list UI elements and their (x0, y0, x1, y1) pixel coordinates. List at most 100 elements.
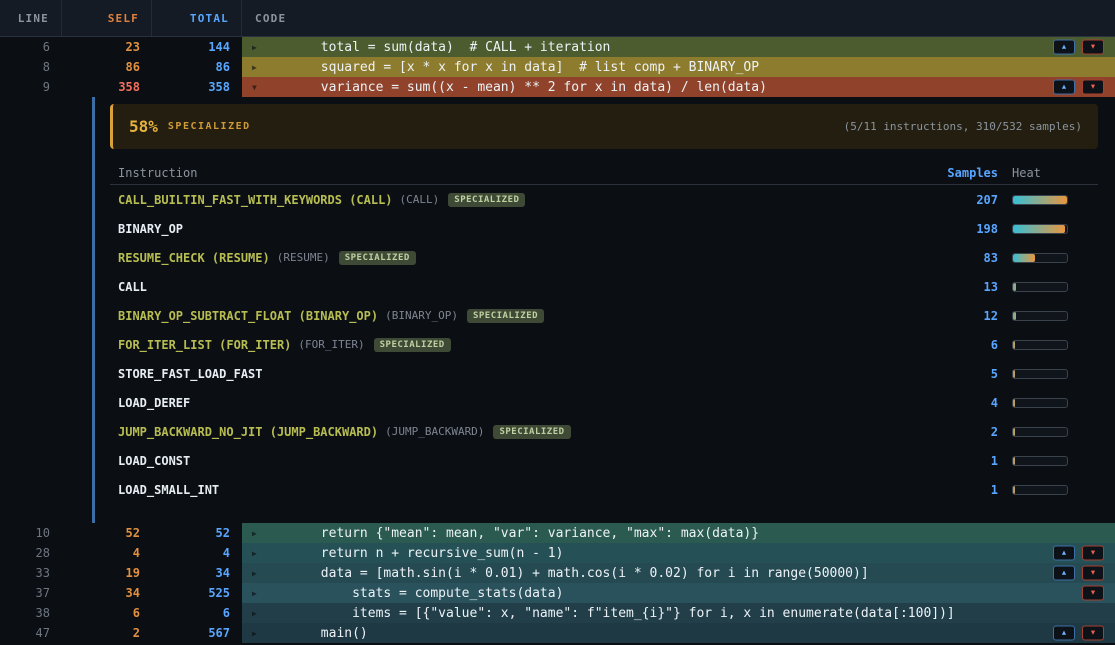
up-button[interactable]: ▲ (1053, 626, 1075, 641)
heat-cell (998, 282, 1098, 292)
instruction-row: BINARY_OP198 (110, 214, 1098, 243)
instruction-name-cell: CALL_BUILTIN_FAST_WITH_KEYWORDS (CALL)(C… (118, 193, 918, 207)
instruction-name: BINARY_OP (118, 222, 183, 236)
instruction-name: CALL_BUILTIN_FAST_WITH_KEYWORDS (CALL) (118, 193, 393, 207)
base-instruction-hint: (RESUME) (277, 251, 330, 264)
total-samples: 144 (152, 37, 242, 57)
instruction-name: STORE_FAST_LOAD_FAST (118, 367, 263, 381)
down-button[interactable]: ▼ (1082, 546, 1104, 561)
heat-bar (1012, 253, 1068, 263)
line-number: 47 (0, 623, 62, 643)
collapse-arrow-icon[interactable]: ▼ (252, 83, 266, 92)
down-button[interactable]: ▼ (1082, 586, 1104, 601)
code-cell[interactable]: ▶ data = [math.sin(i * 0.01) + math.cos(… (242, 563, 1115, 583)
instruction-name-cell: LOAD_SMALL_INT (118, 483, 918, 497)
code-cell[interactable]: ▶ main()▲▼ (242, 623, 1115, 643)
code-cell[interactable]: ▶ return n + recursive_sum(n - 1)▲▼ (242, 543, 1115, 563)
heat-cell (998, 224, 1098, 234)
instruction-row: JUMP_BACKWARD_NO_JIT (JUMP_BACKWARD)(JUM… (110, 417, 1098, 446)
code-row-line-33: 331934▶ data = [math.sin(i * 0.01) + mat… (0, 563, 1115, 583)
instruction-name: CALL (118, 280, 147, 294)
expand-arrow-icon[interactable]: ▶ (252, 43, 266, 52)
instruction-row: LOAD_SMALL_INT1 (110, 475, 1098, 504)
code-cell[interactable]: ▶ items = [{"value": x, "name": f"item_{… (242, 603, 1115, 623)
heat-cell (998, 427, 1098, 437)
self-samples: 34 (62, 583, 152, 603)
self-samples: 23 (62, 37, 152, 57)
instruction-samples: 1 (918, 454, 998, 468)
expand-arrow-icon[interactable]: ▶ (252, 569, 266, 578)
heat-bar (1012, 340, 1068, 350)
instruction-samples: 207 (918, 193, 998, 207)
code-text: stats = compute_stats(data) (266, 586, 563, 601)
specialized-percent: 58% (129, 117, 158, 136)
up-button[interactable]: ▲ (1053, 40, 1075, 55)
instruction-rows: CALL_BUILTIN_FAST_WITH_KEYWORDS (CALL)(C… (110, 185, 1098, 504)
down-button[interactable]: ▼ (1082, 40, 1104, 55)
specialized-badge: SPECIALIZED (448, 193, 525, 207)
expand-arrow-icon[interactable]: ▶ (252, 589, 266, 598)
instruction-table-header: Instruction Samples Heat (110, 161, 1098, 185)
heat-bar (1012, 456, 1068, 466)
down-button[interactable]: ▼ (1082, 566, 1104, 581)
code-cell[interactable]: ▼ variance = sum((x - mean) ** 2 for x i… (242, 77, 1115, 97)
expand-arrow-icon[interactable]: ▶ (252, 529, 266, 538)
sample-stats: (5/11 instructions, 310/532 samples) (844, 120, 1082, 133)
header-total: TOTAL (152, 0, 242, 36)
code-rows-top: 623144 ▶ total = sum(data) # CALL + itera… (0, 37, 1115, 97)
heat-bar (1012, 369, 1068, 379)
total-samples: 6 (152, 603, 242, 623)
specialized-badge: SPECIALIZED (374, 338, 451, 352)
self-samples: 86 (62, 57, 152, 77)
instruction-name-cell: JUMP_BACKWARD_NO_JIT (JUMP_BACKWARD)(JUM… (118, 425, 918, 439)
instruction-row: CALL_BUILTIN_FAST_WITH_KEYWORDS (CALL)(C… (110, 185, 1098, 214)
instruction-row: LOAD_DEREF4 (110, 388, 1098, 417)
row-buttons: ▲▼ (1053, 40, 1104, 55)
self-samples: 4 (62, 543, 152, 563)
up-button[interactable]: ▲ (1053, 80, 1075, 95)
instruction-name-cell: FOR_ITER_LIST (FOR_ITER)(FOR_ITER)SPECIA… (118, 338, 918, 352)
expand-arrow-icon[interactable]: ▶ (252, 549, 266, 558)
heat-bar-fill (1013, 341, 1015, 349)
heat-bar-fill (1013, 312, 1016, 320)
heat-bar (1012, 485, 1068, 495)
total-samples: 4 (152, 543, 242, 563)
specialized-badge: SPECIALIZED (467, 309, 544, 323)
heat-bar (1012, 282, 1068, 292)
heat-cell (998, 195, 1098, 205)
line-number: 6 (0, 37, 62, 57)
code-row-line-6: 623144 ▶ total = sum(data) # CALL + itera… (0, 37, 1115, 57)
down-button[interactable]: ▼ (1082, 80, 1104, 95)
total-samples: 52 (152, 523, 242, 543)
heat-cell (998, 485, 1098, 495)
instruction-samples: 12 (918, 309, 998, 323)
heat-bar (1012, 427, 1068, 437)
base-instruction-hint: (JUMP_BACKWARD) (385, 425, 484, 438)
self-samples: 358 (62, 77, 152, 97)
heat-cell (998, 369, 1098, 379)
code-text: total = sum(data) # CALL + iteration (266, 40, 610, 55)
code-row-line-38: 3866▶ items = [{"value": x, "name": f"it… (0, 603, 1115, 623)
instruction-name: LOAD_CONST (118, 454, 190, 468)
code-cell[interactable]: ▶ stats = compute_stats(data) ▼ (242, 583, 1115, 603)
specialization-panel: 58% SPECIALIZED (5/11 instructions, 310/… (92, 97, 1115, 523)
code-cell[interactable]: ▶ total = sum(data) # CALL + iteration▲▼ (242, 37, 1115, 57)
expand-arrow-icon[interactable]: ▶ (252, 63, 266, 72)
up-button[interactable]: ▲ (1053, 566, 1075, 581)
line-number: 28 (0, 543, 62, 563)
expand-arrow-icon[interactable]: ▶ (252, 609, 266, 618)
code-cell[interactable]: ▶ return {"mean": mean, "var": variance,… (242, 523, 1115, 543)
header-self: SELF (62, 0, 152, 36)
up-button[interactable]: ▲ (1053, 546, 1075, 561)
specialized-badge: SPECIALIZED (339, 251, 416, 265)
instruction-row: RESUME_CHECK (RESUME)(RESUME)SPECIALIZED… (110, 243, 1098, 272)
heat-bar-fill (1013, 283, 1016, 291)
instruction-name-cell: RESUME_CHECK (RESUME)(RESUME)SPECIALIZED (118, 251, 918, 265)
columns-header: LINE SELF TOTAL CODE (0, 0, 1115, 37)
code-cell[interactable]: ▶ squared = [x * x for x in data] # list… (242, 57, 1115, 77)
expand-arrow-icon[interactable]: ▶ (252, 629, 266, 638)
line-number: 9 (0, 77, 62, 97)
instruction-samples: 4 (918, 396, 998, 410)
down-button[interactable]: ▼ (1082, 626, 1104, 641)
row-buttons: ▲▼ (1053, 80, 1104, 95)
